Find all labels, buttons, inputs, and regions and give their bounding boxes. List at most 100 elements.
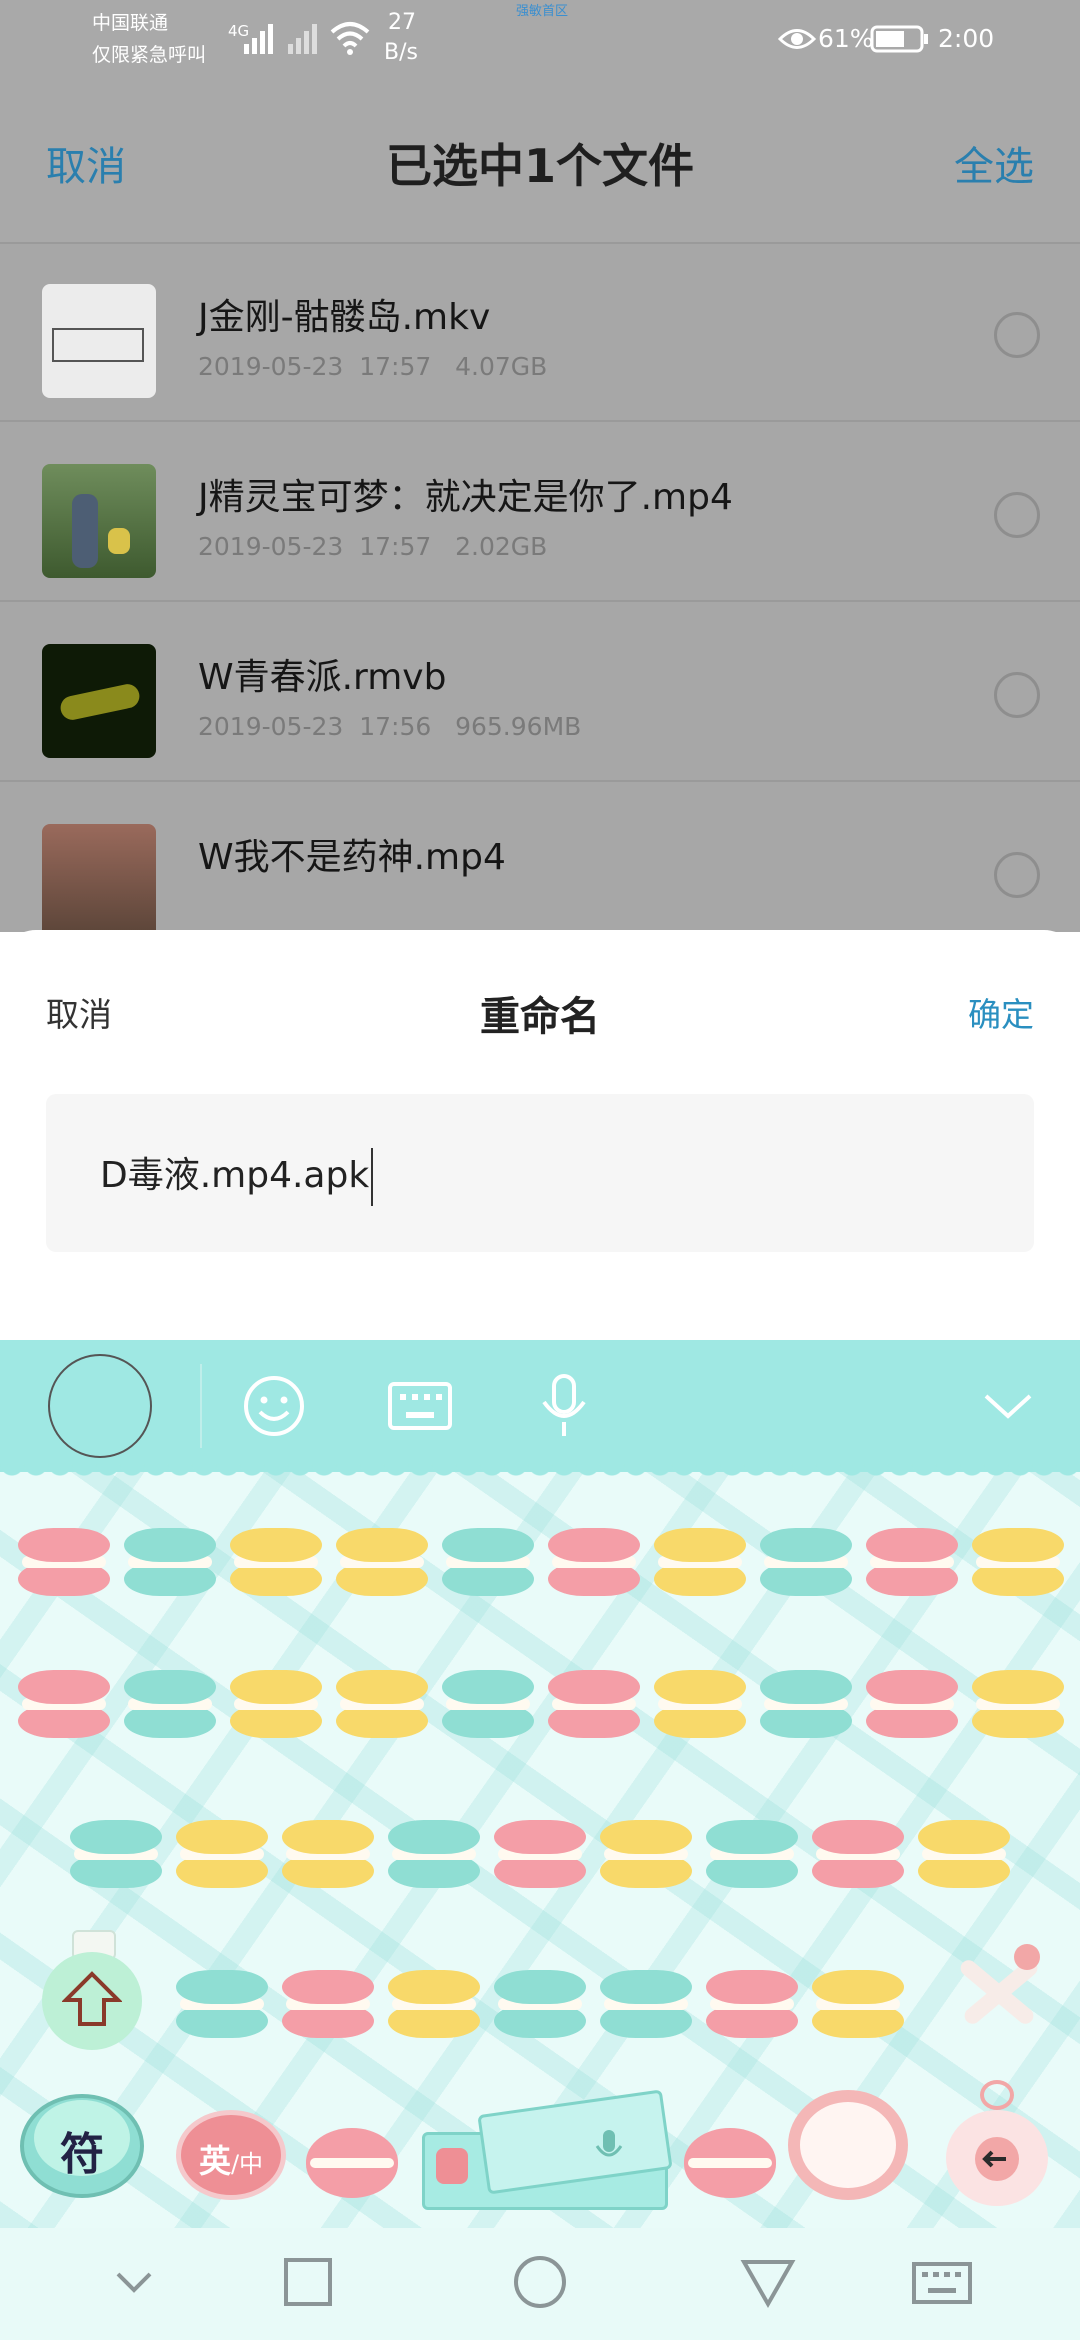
file-thumbnail	[42, 644, 156, 758]
select-radio[interactable]	[994, 492, 1040, 538]
select-all-button[interactable]: 全选	[954, 134, 1034, 192]
status-bar: 中国联通 仅限紧急呼叫 4G 27 B/s 强敏首区 61% 2:00	[0, 0, 1080, 82]
lang-key-secondary: /中	[230, 2150, 264, 2178]
letter-key[interactable]	[282, 1970, 374, 2040]
letter-key[interactable]	[336, 1528, 428, 1598]
letter-key[interactable]	[494, 1820, 586, 1890]
list-item[interactable]: J精灵宝可梦：就决定是你了.mp4 2019-05-23 17:57 2.02G…	[0, 422, 1080, 602]
filename-input[interactable]: D毒液.mp4.apk	[46, 1094, 1034, 1252]
carrier-name: 中国联通	[92, 12, 169, 34]
file-thumbnail	[42, 464, 156, 578]
letter-key[interactable]	[18, 1670, 110, 1740]
list-item[interactable]: J金刚-骷髅岛.mkv 2019-05-23 17:57 4.07GB	[0, 242, 1080, 422]
delete-key[interactable]	[946, 1940, 1046, 2040]
letter-key[interactable]	[706, 1820, 798, 1890]
wifi-icon	[330, 22, 370, 55]
shift-key[interactable]	[42, 1930, 142, 2050]
chevron-down-icon[interactable]	[974, 1372, 1042, 1440]
symbol-key[interactable]: 符	[20, 2080, 144, 2200]
file-thumbnail	[42, 824, 156, 932]
net-speed-value: 27	[388, 10, 416, 35]
back-icon[interactable]	[738, 2252, 798, 2312]
letter-key[interactable]	[654, 1670, 746, 1740]
symbol-key-label: 符	[60, 2129, 104, 2180]
soft-keyboard: 符 英/中	[0, 1340, 1080, 2228]
letter-key[interactable]	[972, 1528, 1064, 1598]
letter-key[interactable]	[388, 1820, 480, 1890]
letter-key[interactable]	[760, 1528, 852, 1598]
enter-key[interactable]	[942, 2080, 1052, 2210]
letter-key[interactable]	[18, 1528, 110, 1598]
lang-key-primary: 英	[198, 2142, 231, 2180]
letter-key[interactable]	[600, 1820, 692, 1890]
toolbar-divider	[200, 1364, 202, 1448]
letter-key[interactable]	[600, 1970, 692, 2040]
letter-key[interactable]	[442, 1670, 534, 1740]
signal-icon-secondary	[288, 24, 317, 54]
file-name: J金刚-骷髅岛.mkv	[198, 297, 491, 338]
letter-key[interactable]	[282, 1820, 374, 1890]
letter-key[interactable]	[548, 1528, 640, 1598]
letter-key[interactable]	[760, 1670, 852, 1740]
keyboard-toolbar	[0, 1340, 1080, 1472]
eye-comfort-icon	[778, 29, 816, 49]
letter-key[interactable]	[70, 1820, 162, 1890]
letter-key[interactable]	[124, 1670, 216, 1740]
letter-key[interactable]	[918, 1820, 1010, 1890]
file-meta: 2019-05-23 17:57 4.07GB	[198, 352, 548, 381]
letter-key[interactable]	[812, 1970, 904, 2040]
language-switch-key[interactable]: 英/中	[176, 2110, 286, 2200]
letter-key[interactable]	[866, 1670, 958, 1740]
navigation-bar	[0, 2228, 1080, 2340]
battery-icon	[870, 25, 928, 53]
enter-arrow-icon	[975, 2137, 1019, 2181]
letter-key[interactable]	[176, 1970, 268, 2040]
select-radio[interactable]	[994, 312, 1040, 358]
list-item[interactable]: W青春派.rmvb 2019-05-23 17:56 965.96MB	[0, 602, 1080, 782]
select-radio[interactable]	[994, 852, 1040, 898]
space-mic-icon	[595, 2130, 623, 2157]
keyboard-icon[interactable]	[912, 2252, 972, 2312]
emoji-icon[interactable]	[240, 1372, 308, 1440]
letter-key[interactable]	[442, 1528, 534, 1598]
filename-value: D毒液.mp4.apk	[100, 1155, 370, 1196]
chevron-down-icon[interactable]	[104, 2252, 164, 2312]
comma-key[interactable]	[306, 2128, 402, 2198]
file-name: J精灵宝可梦：就决定是你了.mp4	[198, 477, 733, 518]
recent-apps-icon[interactable]	[278, 2252, 338, 2312]
letter-key[interactable]	[124, 1528, 216, 1598]
letter-key[interactable]	[654, 1528, 746, 1598]
letter-key[interactable]	[230, 1670, 322, 1740]
rename-confirm-button[interactable]: 确定	[968, 988, 1034, 1036]
space-key[interactable]	[422, 2089, 673, 2212]
text-cursor	[371, 1148, 374, 1206]
top-caption: 强敏首区	[516, 4, 569, 19]
letter-key[interactable]	[706, 1970, 798, 2040]
carrier-note: 仅限紧急呼叫	[92, 44, 207, 66]
mirror-key[interactable]	[788, 2082, 908, 2208]
letter-key[interactable]	[176, 1820, 268, 1890]
letter-key[interactable]	[972, 1670, 1064, 1740]
select-radio[interactable]	[994, 672, 1040, 718]
period-key[interactable]	[684, 2128, 780, 2198]
letter-key[interactable]	[866, 1528, 958, 1598]
file-meta: 2019-05-23 17:56 965.96MB	[198, 712, 582, 741]
keyboard-icon[interactable]	[386, 1372, 454, 1440]
list-item[interactable]: W我不是药神.mp4	[0, 782, 1080, 932]
signal-icon	[244, 24, 273, 54]
file-name: W青春派.rmvb	[198, 657, 447, 698]
keyboard-logo-icon[interactable]	[48, 1354, 152, 1458]
dialog-title: 重命名	[480, 994, 600, 1040]
letter-key[interactable]	[812, 1820, 904, 1890]
home-icon[interactable]	[510, 2252, 570, 2312]
letter-key[interactable]	[230, 1528, 322, 1598]
net-speed-unit: B/s	[384, 40, 418, 65]
letter-key[interactable]	[388, 1970, 480, 2040]
microphone-icon[interactable]	[530, 1372, 598, 1440]
letter-key[interactable]	[494, 1970, 586, 2040]
battery-percent: 61%	[818, 24, 874, 53]
letter-key[interactable]	[336, 1670, 428, 1740]
page-title: 已选中1个文件	[385, 139, 694, 193]
shift-arrow-icon	[62, 1971, 122, 2026]
letter-key[interactable]	[548, 1670, 640, 1740]
